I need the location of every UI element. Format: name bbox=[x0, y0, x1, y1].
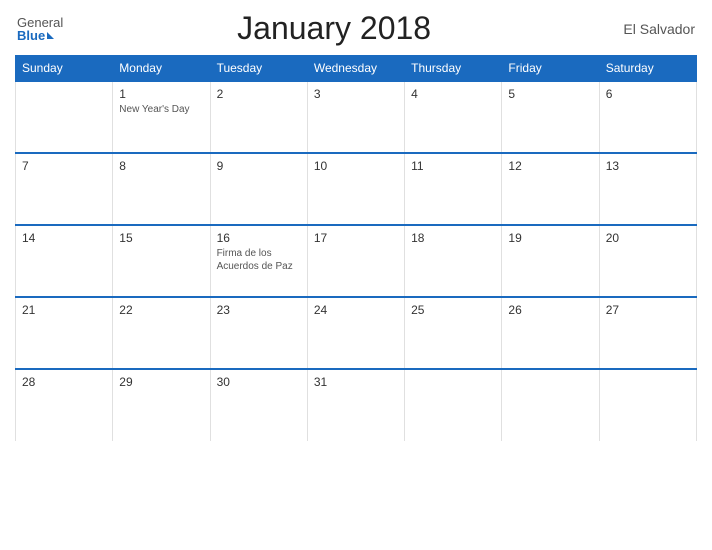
day-cell: 17 bbox=[307, 225, 404, 297]
day-number: 24 bbox=[314, 303, 398, 317]
day-cell: 11 bbox=[405, 153, 502, 225]
day-cell: 15 bbox=[113, 225, 210, 297]
day-cell: 12 bbox=[502, 153, 599, 225]
day-number: 7 bbox=[22, 159, 106, 173]
day-cell: 20 bbox=[599, 225, 696, 297]
week-row-4: 21 22 23 24 25 26 27 bbox=[16, 297, 697, 369]
calendar-header: General Blue January 2018 El Salvador bbox=[15, 10, 697, 47]
day-cell: 23 bbox=[210, 297, 307, 369]
day-number: 2 bbox=[217, 87, 301, 101]
day-cell: 22 bbox=[113, 297, 210, 369]
day-cell: 27 bbox=[599, 297, 696, 369]
day-cell: 30 bbox=[210, 369, 307, 441]
day-number: 11 bbox=[411, 159, 495, 173]
day-number: 17 bbox=[314, 231, 398, 245]
logo-blue-row: Blue bbox=[17, 29, 54, 42]
day-cell: 14 bbox=[16, 225, 113, 297]
day-cell bbox=[502, 369, 599, 441]
day-number: 27 bbox=[606, 303, 690, 317]
week-row-1: 1 New Year's Day 23456 bbox=[16, 81, 697, 153]
logo-blue-text: Blue bbox=[17, 29, 45, 42]
day-cell: 6 bbox=[599, 81, 696, 153]
day-cell: 26 bbox=[502, 297, 599, 369]
logo: General Blue bbox=[17, 16, 63, 42]
week-row-2: 789 10 11 12 13 bbox=[16, 153, 697, 225]
day-cell: 25 bbox=[405, 297, 502, 369]
day-number: 28 bbox=[22, 375, 106, 389]
day-number: 9 bbox=[217, 159, 301, 173]
day-number: 3 bbox=[314, 87, 398, 101]
day-cell: 9 bbox=[210, 153, 307, 225]
day-cell: 7 bbox=[16, 153, 113, 225]
day-header-monday: Monday bbox=[113, 56, 210, 82]
day-header-friday: Friday bbox=[502, 56, 599, 82]
day-header-tuesday: Tuesday bbox=[210, 56, 307, 82]
day-cell: 29 bbox=[113, 369, 210, 441]
day-number: 31 bbox=[314, 375, 398, 389]
day-number: 22 bbox=[119, 303, 203, 317]
day-headers-row: SundayMondayTuesdayWednesdayThursdayFrid… bbox=[16, 56, 697, 82]
day-number: 26 bbox=[508, 303, 592, 317]
day-number: 8 bbox=[119, 159, 203, 173]
calendar-container: General Blue January 2018 El Salvador Su… bbox=[0, 0, 712, 550]
day-number: 21 bbox=[22, 303, 106, 317]
day-number: 6 bbox=[606, 87, 690, 101]
month-title: January 2018 bbox=[63, 10, 605, 47]
day-cell: 3 bbox=[307, 81, 404, 153]
day-cell: 31 bbox=[307, 369, 404, 441]
logo-general-text: General bbox=[17, 16, 63, 29]
day-header-saturday: Saturday bbox=[599, 56, 696, 82]
day-number: 13 bbox=[606, 159, 690, 173]
day-number: 15 bbox=[119, 231, 203, 245]
day-header-wednesday: Wednesday bbox=[307, 56, 404, 82]
day-cell: 1 New Year's Day bbox=[113, 81, 210, 153]
day-cell: 21 bbox=[16, 297, 113, 369]
day-number: 18 bbox=[411, 231, 495, 245]
country-label: El Salvador bbox=[605, 21, 695, 37]
day-number: 12 bbox=[508, 159, 592, 173]
day-number: 30 bbox=[217, 375, 301, 389]
week-row-3: 14 15 16 Firma de los Acuerdos de Paz 17 18 19… bbox=[16, 225, 697, 297]
day-cell: 8 bbox=[113, 153, 210, 225]
day-number: 16 bbox=[217, 231, 301, 245]
day-cell: 4 bbox=[405, 81, 502, 153]
logo-triangle-icon bbox=[47, 32, 54, 39]
day-number: 19 bbox=[508, 231, 592, 245]
day-cell: 19 bbox=[502, 225, 599, 297]
day-cell bbox=[16, 81, 113, 153]
calendar-table: SundayMondayTuesdayWednesdayThursdayFrid… bbox=[15, 55, 697, 441]
day-cell bbox=[405, 369, 502, 441]
week-row-5: 28 29 30 31 bbox=[16, 369, 697, 441]
day-number: 4 bbox=[411, 87, 495, 101]
day-number: 20 bbox=[606, 231, 690, 245]
day-header-sunday: Sunday bbox=[16, 56, 113, 82]
day-number: 23 bbox=[217, 303, 301, 317]
day-number: 1 bbox=[119, 87, 203, 101]
day-cell: 5 bbox=[502, 81, 599, 153]
day-number: 29 bbox=[119, 375, 203, 389]
day-cell bbox=[599, 369, 696, 441]
day-cell: 16 Firma de los Acuerdos de Paz bbox=[210, 225, 307, 297]
day-number: 10 bbox=[314, 159, 398, 173]
day-header-thursday: Thursday bbox=[405, 56, 502, 82]
day-cell: 28 bbox=[16, 369, 113, 441]
day-cell: 24 bbox=[307, 297, 404, 369]
day-number: 5 bbox=[508, 87, 592, 101]
day-cell: 13 bbox=[599, 153, 696, 225]
holiday-name: Firma de los Acuerdos de Paz bbox=[217, 247, 301, 273]
holiday-name: New Year's Day bbox=[119, 103, 203, 116]
day-cell: 2 bbox=[210, 81, 307, 153]
day-cell: 18 bbox=[405, 225, 502, 297]
day-number: 14 bbox=[22, 231, 106, 245]
day-cell: 10 bbox=[307, 153, 404, 225]
day-number: 25 bbox=[411, 303, 495, 317]
